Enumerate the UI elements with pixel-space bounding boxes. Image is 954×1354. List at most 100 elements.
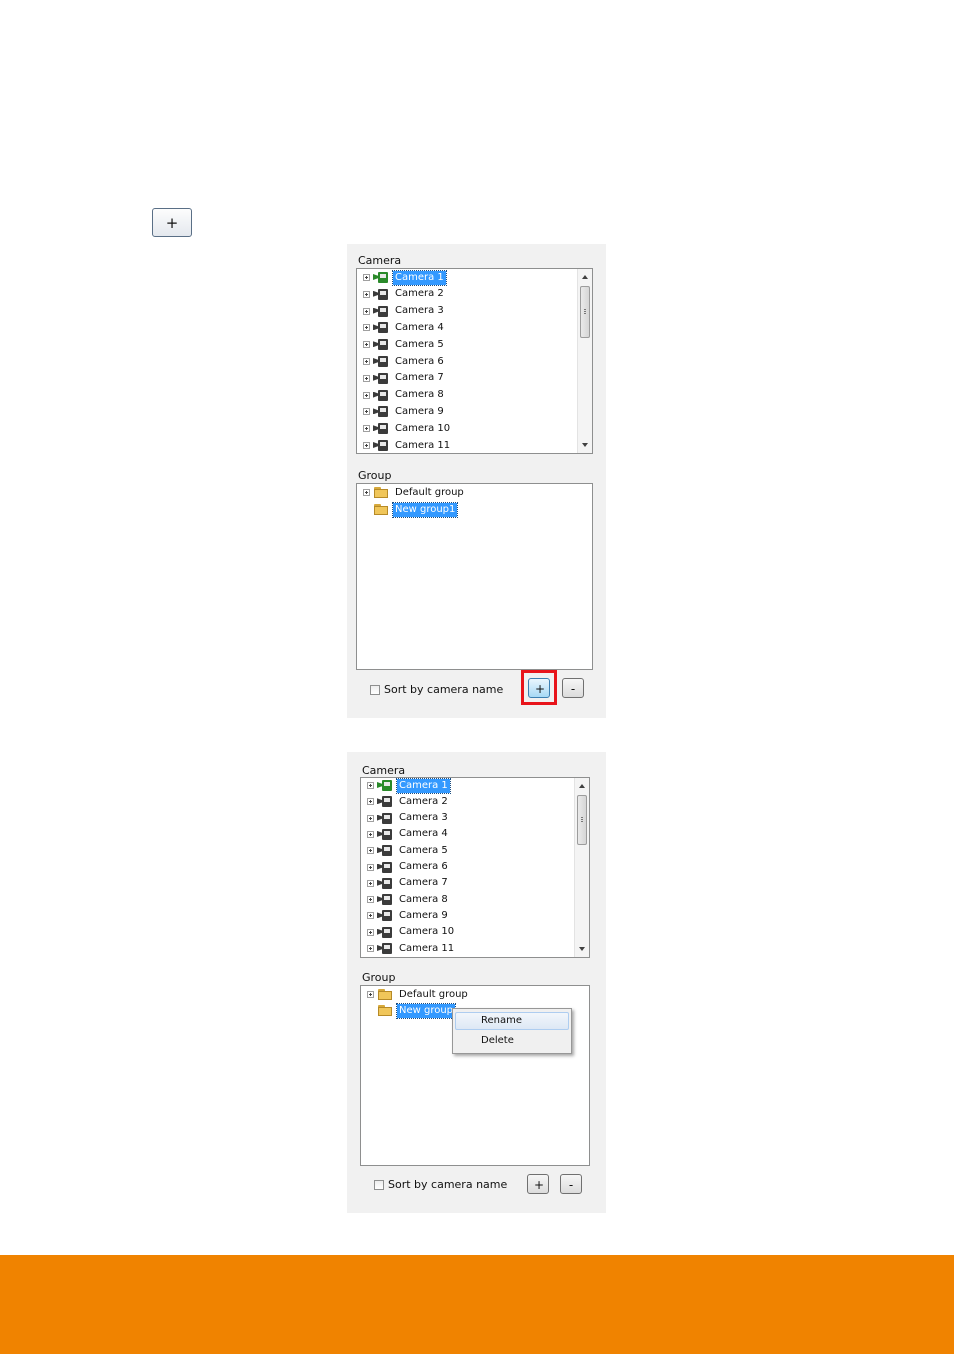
camera-label: Camera 7 — [395, 372, 444, 384]
expand-icon[interactable] — [363, 307, 370, 315]
add-group-button[interactable]: + — [528, 678, 550, 698]
camera-label: Camera 10 — [395, 422, 451, 434]
sort-by-camera-name-checkbox[interactable]: Sort by camera name — [370, 683, 503, 696]
camera-tree-item[interactable]: Camera 6 — [363, 354, 446, 369]
sort-by-camera-name-checkbox[interactable]: Sort by camera name — [374, 1178, 507, 1191]
camera-icon — [377, 779, 393, 792]
expand-icon[interactable] — [363, 290, 370, 298]
camera-icon — [373, 338, 389, 351]
camera-tree-item[interactable]: Camera 7 — [363, 371, 446, 386]
footer-band — [0, 1255, 954, 1354]
camera-tree-item[interactable]: Camera 4 — [363, 320, 446, 335]
camera-tree-item[interactable]: Camera 7 — [367, 876, 450, 891]
camera-tree-item[interactable]: Camera 1 — [367, 778, 451, 794]
camera-tree[interactable]: Camera 1 Camera 2 Camera 3 Camera 4 Camera 5… — [360, 777, 590, 958]
camera-label: Camera 4 — [399, 828, 448, 840]
expand-icon[interactable] — [367, 798, 374, 806]
group-tree[interactable]: Default group New group1 — [356, 483, 593, 670]
camera-tree[interactable]: Camera 1 Camera 2 Camera 3 Camera 4 Camera 5… — [356, 268, 593, 454]
checkbox-box[interactable] — [370, 684, 380, 695]
camera-label: Camera 6 — [395, 355, 444, 367]
camera-icon — [377, 909, 393, 922]
expand-icon[interactable] — [363, 324, 370, 332]
camera-tree-item[interactable]: Camera 8 — [367, 892, 450, 907]
camera-icon — [377, 795, 393, 808]
sort-label: Sort by camera name — [388, 1178, 508, 1191]
camera-label: Camera 5 — [399, 844, 448, 856]
sort-label: Sort by camera name — [384, 683, 504, 696]
camera-tree-item[interactable]: Camera 10 — [367, 925, 456, 940]
camera-icon — [373, 372, 389, 385]
camera-tree-item[interactable]: Camera 9 — [367, 908, 450, 923]
group-section-title: Group — [362, 971, 396, 984]
expand-icon[interactable] — [367, 928, 374, 936]
inline-add-button[interactable]: + — [152, 208, 192, 237]
camera-tree-item[interactable]: Camera 6 — [367, 860, 450, 875]
expand-icon[interactable] — [367, 991, 374, 998]
camera-tree-item[interactable]: Camera 11 — [367, 941, 456, 956]
camera-tree-item[interactable]: Camera 2 — [367, 794, 450, 809]
camera-tree-scrollbar[interactable] — [577, 269, 592, 453]
expand-icon[interactable] — [367, 945, 374, 952]
camera-tree-item[interactable]: Camera 8 — [363, 388, 446, 403]
group-tree-item[interactable]: Default group — [363, 485, 466, 500]
camera-tree-scrollbar[interactable] — [574, 778, 589, 957]
remove-group-button[interactable]: - — [562, 678, 584, 698]
camera-label: Camera 8 — [399, 893, 448, 905]
camera-label: Camera 9 — [395, 405, 444, 417]
camera-tree-item[interactable]: Camera 2 — [363, 287, 446, 302]
expand-icon[interactable] — [367, 814, 374, 822]
scroll-thumb[interactable] — [580, 286, 590, 338]
expand-icon[interactable] — [367, 847, 374, 855]
expand-icon[interactable] — [363, 274, 370, 281]
camera-label: Camera 8 — [395, 389, 444, 401]
group-tree-item[interactable]: New group1 — [363, 501, 459, 518]
camera-icon — [377, 926, 393, 939]
camera-icon — [377, 877, 393, 890]
checkbox-box[interactable] — [374, 1179, 384, 1190]
expand-icon[interactable] — [367, 879, 374, 887]
camera-tree-item[interactable]: Camera 3 — [367, 811, 450, 826]
scroll-down-arrow-icon[interactable] — [579, 947, 585, 951]
group-tree-item[interactable]: Default group — [367, 987, 470, 1002]
camera-label: Camera 4 — [395, 321, 444, 333]
camera-tree-item[interactable]: Camera 5 — [367, 843, 450, 858]
camera-tree-item[interactable]: Camera 5 — [363, 337, 446, 352]
camera-tree-item[interactable]: Camera 1 — [363, 269, 447, 286]
group-label: New group1 — [391, 501, 459, 518]
expand-icon[interactable] — [363, 358, 370, 365]
menu-item-delete[interactable]: Delete — [455, 1032, 569, 1050]
camera-tree-item[interactable]: Camera 4 — [367, 827, 450, 842]
expand-icon[interactable] — [367, 896, 374, 904]
scroll-up-arrow-icon[interactable] — [582, 275, 588, 279]
expand-icon[interactable] — [367, 863, 374, 871]
expand-icon[interactable] — [367, 782, 374, 789]
expand-icon[interactable] — [367, 912, 374, 920]
camera-icon — [373, 305, 389, 318]
expand-icon[interactable] — [363, 425, 370, 433]
camera-icon — [373, 439, 389, 452]
camera-tree-item[interactable]: Camera 9 — [363, 404, 446, 419]
expand-icon[interactable] — [363, 391, 370, 399]
add-group-button[interactable]: + — [527, 1174, 549, 1194]
expand-icon[interactable] — [363, 489, 370, 496]
camera-tree-item[interactable]: Camera 10 — [363, 421, 452, 436]
expand-icon[interactable] — [363, 442, 370, 449]
group-tree-item[interactable]: New group — [367, 1002, 457, 1019]
expand-icon[interactable] — [363, 408, 370, 416]
expand-icon[interactable] — [363, 341, 370, 349]
camera-label: Camera 11 — [395, 439, 451, 451]
expand-icon[interactable] — [363, 374, 370, 382]
camera-icon — [373, 288, 389, 301]
scroll-up-arrow-icon[interactable] — [579, 784, 585, 788]
remove-group-button[interactable]: - — [560, 1174, 582, 1194]
scroll-thumb[interactable] — [577, 795, 587, 845]
expand-icon[interactable] — [367, 830, 374, 838]
context-menu: Rename Delete — [452, 1008, 572, 1054]
folder-icon — [377, 988, 393, 1001]
scroll-down-arrow-icon[interactable] — [582, 443, 588, 447]
camera-tree-item[interactable]: Camera 3 — [363, 304, 446, 319]
camera-label: Camera 1 — [396, 778, 451, 794]
camera-tree-item[interactable]: Camera 11 — [363, 438, 452, 453]
menu-item-rename[interactable]: Rename — [455, 1012, 569, 1030]
